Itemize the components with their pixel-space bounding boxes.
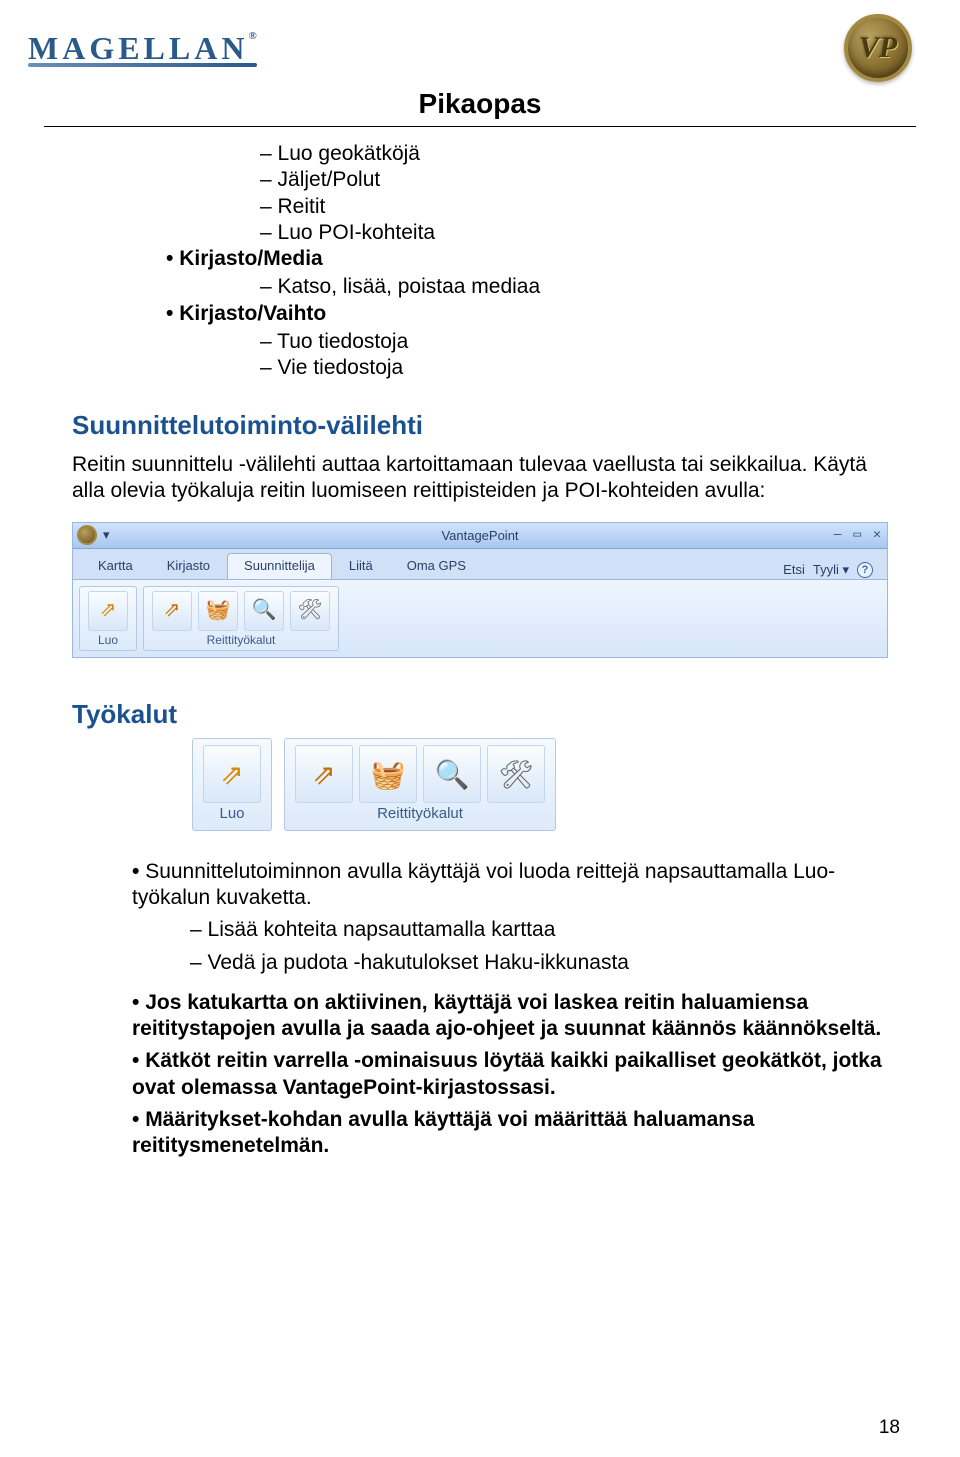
top-bullet-list: Kirjasto/Media: [166, 246, 888, 272]
app-icon[interactable]: [77, 525, 97, 545]
section-heading-suunnittelu: Suunnittelutoiminto-välilehti: [72, 409, 888, 442]
route-plus-icon[interactable]: ⇗: [295, 745, 353, 803]
treasure-chest-icon[interactable]: 🧺: [198, 591, 238, 631]
list-item: Katso, lisää, poistaa mediaa: [260, 274, 888, 300]
group-label: Luo: [219, 805, 244, 824]
route-icon[interactable]: ⇗: [203, 745, 261, 803]
ribbon-titlebar: ▾ VantagePoint — ▭ ✕: [73, 523, 887, 549]
ribbon-tabs: Kartta Kirjasto Suunnittelija Liitä Oma …: [73, 549, 887, 579]
doc-title: Pikaopas: [0, 88, 960, 120]
section1-para: Reitin suunnittelu -välilehti auttaa kar…: [72, 452, 888, 505]
brand-text: MAGELLAN: [28, 30, 248, 66]
list-item: Suunnittelutoiminnon avulla käyttäjä voi…: [132, 859, 888, 912]
magellan-logo: MAGELLAN®: [28, 30, 257, 67]
list-item: Jos katukartta on aktiivinen, käyttäjä v…: [132, 990, 888, 1043]
tab-suunnittelija[interactable]: Suunnittelija: [227, 553, 332, 578]
list-item: Kirjasto/Vaihto: [166, 301, 888, 327]
list-item: Määritykset-kohdan avulla käyttäjä voi m…: [132, 1107, 888, 1160]
tab-kirjasto[interactable]: Kirjasto: [150, 553, 227, 578]
sub-dash-list: Katso, lisää, poistaa mediaa: [260, 274, 888, 300]
tab-oma-gps[interactable]: Oma GPS: [390, 553, 483, 578]
treasure-chest-icon[interactable]: 🧺: [359, 745, 417, 803]
list-item: Vedä ja pudota -hakutulokset Haku-ikkuna…: [190, 950, 888, 976]
lower-b1-sub: Lisää kohteita napsauttamalla karttaa Ve…: [190, 917, 888, 976]
tool-group-reittityokalut: ⇗ 🧺 🔍 🛠 Reittityökalut: [284, 738, 556, 831]
tool-groups-preview: ⇗ Luo ⇗ 🧺 🔍 🛠 Reittityökalut: [192, 738, 888, 831]
page-number: 18: [879, 1417, 900, 1439]
route-icon[interactable]: ⇗: [88, 591, 128, 631]
tool-group-luo: ⇗ Luo: [192, 738, 272, 831]
top-dash-list: Luo geokätköjä Jäljet/Polut Reitit Luo P…: [260, 141, 888, 246]
tab-tyyli[interactable]: Tyyli ▾: [813, 562, 849, 578]
group-label: Reittityökalut: [377, 805, 463, 824]
window-close-button[interactable]: ✕: [873, 527, 881, 543]
title-rule: [44, 126, 916, 127]
tab-etsi[interactable]: Etsi: [783, 562, 805, 578]
list-item: Luo geokätköjä: [260, 141, 888, 167]
route-plus-icon[interactable]: ⇗: [152, 591, 192, 631]
tab-kartta[interactable]: Kartta: [81, 553, 150, 578]
list-item: Lisää kohteita napsauttamalla karttaa: [190, 917, 888, 943]
top-bullet-list-2: Kirjasto/Vaihto: [166, 301, 888, 327]
list-item: Tuo tiedostoja: [260, 329, 888, 355]
sub-dash-list-2: Tuo tiedostoja Vie tiedostoja: [260, 329, 888, 382]
tools-icon[interactable]: 🛠: [290, 591, 330, 631]
tools-icon[interactable]: 🛠: [487, 745, 545, 803]
vp-badge-text: VP: [859, 31, 897, 65]
window-maximize-button[interactable]: ▭: [853, 527, 861, 543]
chevron-down-icon: ▾: [842, 562, 849, 577]
group-label: Luo: [98, 633, 118, 648]
window-minimize-button[interactable]: —: [834, 527, 842, 543]
brand-reg: ®: [248, 30, 256, 42]
lower-bold-list: Jos katukartta on aktiivinen, käyttäjä v…: [132, 990, 888, 1160]
list-item: Luo POI-kohteita: [260, 220, 888, 246]
tab-liita[interactable]: Liitä: [332, 553, 390, 578]
list-item: Jäljet/Polut: [260, 167, 888, 193]
qat-dropdown-icon[interactable]: ▾: [103, 527, 110, 543]
ribbon-group-reittityokalut: ⇗ 🧺 🔍 🛠 Reittityökalut: [143, 586, 339, 651]
magnifier-icon[interactable]: 🔍: [244, 591, 284, 631]
list-item: Vie tiedostoja: [260, 355, 888, 381]
section-heading-tyokalut: Työkalut: [72, 698, 888, 731]
ribbon-group-luo: ⇗ Luo: [79, 586, 137, 651]
quick-access-toolbar: ▾: [77, 525, 110, 545]
group-label: Reittityökalut: [207, 633, 276, 648]
list-item: Reitit: [260, 194, 888, 220]
magnifier-icon[interactable]: 🔍: [423, 745, 481, 803]
page-header: MAGELLAN® VP: [0, 0, 960, 88]
vp-badge: VP: [844, 14, 912, 82]
help-icon[interactable]: ?: [857, 562, 873, 578]
app-title: VantagePoint: [441, 528, 518, 544]
list-item: Kirjasto/Media: [166, 246, 888, 272]
lower-bullet-1: Suunnittelutoiminnon avulla käyttäjä voi…: [132, 859, 888, 912]
ribbon-body: ⇗ Luo ⇗ 🧺 🔍 🛠 Reittityökalut: [73, 580, 887, 657]
list-item: Kätköt reitin varrella -ominaisuus löytä…: [132, 1048, 888, 1101]
vantagepoint-ribbon: ▾ VantagePoint — ▭ ✕ Kartta Kirjasto Suu…: [72, 522, 888, 657]
